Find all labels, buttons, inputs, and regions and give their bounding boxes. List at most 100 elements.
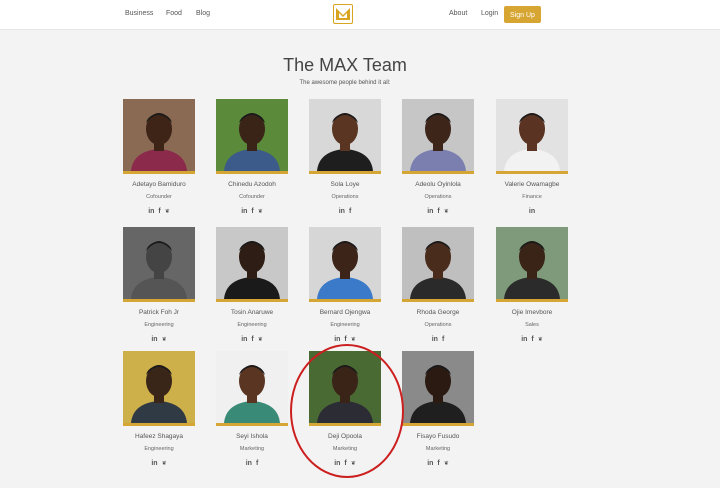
twitter-icon[interactable]: ❦ (258, 208, 263, 215)
facebook-icon[interactable]: f (349, 208, 351, 215)
team-member-card: Chinedu Azodoh Cofounder in f ❦ (216, 99, 288, 215)
team-member-card: Ojie Imevbore Sales in f ❦ (496, 227, 568, 343)
member-role: Marketing (425, 446, 451, 452)
twitter-icon[interactable]: ❦ (351, 460, 356, 467)
member-name: Bernard Ojengwa (319, 309, 371, 316)
member-role: Cofounder (146, 194, 172, 200)
linkedin-icon[interactable]: in (241, 208, 247, 215)
page-title: The MAX Team (283, 55, 407, 75)
facebook-icon[interactable]: f (344, 336, 346, 343)
team-member-card: Valerie Owamagbe Finance in (496, 99, 568, 215)
member-role: Operations (424, 194, 452, 200)
member-photo (496, 227, 568, 302)
linkedin-icon[interactable]: in (151, 460, 157, 467)
facebook-icon[interactable]: f (442, 336, 444, 343)
facebook-icon[interactable]: f (158, 208, 160, 215)
page-subtitle: The awesome people behind it all: (299, 80, 391, 86)
nav-link-about[interactable]: About (449, 10, 467, 17)
facebook-icon[interactable]: f (256, 460, 258, 467)
linkedin-icon[interactable]: in (246, 460, 252, 467)
member-social-links: in f ❦ (309, 336, 381, 343)
member-role: Sales (525, 322, 539, 328)
member-social-links: in ❦ (123, 460, 195, 467)
team-member-card: Hafeez Shagaya Engineering in ❦ (123, 351, 195, 467)
member-photo (123, 351, 195, 426)
nav-link-business[interactable]: Business (125, 10, 153, 17)
twitter-icon[interactable]: ❦ (165, 208, 170, 215)
member-photo (402, 99, 474, 174)
facebook-icon[interactable]: f (531, 336, 533, 343)
signup-button[interactable]: Sign Up (504, 6, 541, 23)
linkedin-icon[interactable]: in (427, 208, 433, 215)
facebook-icon[interactable]: f (437, 460, 439, 467)
member-role: Marketing (332, 446, 358, 452)
team-member-card: Bernard Ojengwa Engineering in f ❦ (309, 227, 381, 343)
team-member-card: Adeolu Oyinlola Operations in f ❦ (402, 99, 474, 215)
team-member-card: Deji Opoola Marketing in f ❦ (309, 351, 381, 467)
member-social-links: in f (402, 336, 474, 343)
linkedin-icon[interactable]: in (334, 336, 340, 343)
twitter-icon[interactable]: ❦ (258, 336, 263, 343)
member-name: Rhoda George (416, 309, 460, 316)
linkedin-icon[interactable]: in (334, 460, 340, 467)
twitter-icon[interactable]: ❦ (162, 336, 167, 343)
member-social-links: in f (216, 460, 288, 467)
member-social-links: in f ❦ (216, 336, 288, 343)
facebook-icon[interactable]: f (344, 460, 346, 467)
member-role: Operations (424, 322, 452, 328)
linkedin-icon[interactable]: in (151, 336, 157, 343)
member-photo (123, 99, 195, 174)
member-photo (216, 351, 288, 426)
member-photo (402, 351, 474, 426)
member-photo (309, 99, 381, 174)
member-name: Valerie Owamagbe (504, 181, 560, 188)
member-name: Fisayo Fusudo (416, 433, 460, 440)
team-member-card: Fisayo Fusudo Marketing in f ❦ (402, 351, 474, 467)
member-name: Adetayo Bamiduro (132, 181, 186, 188)
member-photo (216, 99, 288, 174)
member-social-links: in (496, 208, 568, 215)
team-member-card: Tosin Anaruwe Engineering in f ❦ (216, 227, 288, 343)
nav-link-login[interactable]: Login (481, 10, 498, 17)
facebook-icon[interactable]: f (437, 208, 439, 215)
linkedin-icon[interactable]: in (521, 336, 527, 343)
member-social-links: in f ❦ (402, 460, 474, 467)
twitter-icon[interactable]: ❦ (351, 336, 356, 343)
member-social-links: in f ❦ (123, 208, 195, 215)
team-member-card: Patrick Foh Jr Engineering in ❦ (123, 227, 195, 343)
member-role: Finance (522, 194, 542, 200)
linkedin-icon[interactable]: in (529, 208, 535, 215)
linkedin-icon[interactable]: in (432, 336, 438, 343)
member-role: Engineering (330, 322, 360, 328)
nav-link-blog[interactable]: Blog (196, 10, 210, 17)
member-role: Engineering (144, 322, 174, 328)
nav-link-food[interactable]: Food (166, 10, 182, 17)
twitter-icon[interactable]: ❦ (538, 336, 543, 343)
member-role: Engineering (144, 446, 174, 452)
member-name: Adeolu Oyinlola (415, 181, 461, 188)
twitter-icon[interactable]: ❦ (444, 460, 449, 467)
member-role: Operations (331, 194, 359, 200)
member-social-links: in f ❦ (309, 460, 381, 467)
member-name: Seyi Ishola (236, 433, 268, 440)
member-name: Chinedu Azodoh (228, 181, 276, 188)
facebook-icon[interactable]: f (251, 336, 253, 343)
twitter-icon[interactable]: ❦ (444, 208, 449, 215)
max-logo-icon[interactable] (333, 4, 353, 24)
member-social-links: in f ❦ (216, 208, 288, 215)
twitter-icon[interactable]: ❦ (162, 460, 167, 467)
member-name: Deji Opoola (328, 433, 362, 440)
linkedin-icon[interactable]: in (339, 208, 345, 215)
member-role: Marketing (239, 446, 265, 452)
member-name: Tosin Anaruwe (230, 309, 274, 316)
linkedin-icon[interactable]: in (241, 336, 247, 343)
member-photo (309, 227, 381, 302)
member-photo (309, 351, 381, 426)
member-role: Engineering (237, 322, 267, 328)
team-member-card: Seyi Ishola Marketing in f (216, 351, 288, 467)
facebook-icon[interactable]: f (251, 208, 253, 215)
member-social-links: in ❦ (123, 336, 195, 343)
member-social-links: in f ❦ (496, 336, 568, 343)
linkedin-icon[interactable]: in (148, 208, 154, 215)
linkedin-icon[interactable]: in (427, 460, 433, 467)
